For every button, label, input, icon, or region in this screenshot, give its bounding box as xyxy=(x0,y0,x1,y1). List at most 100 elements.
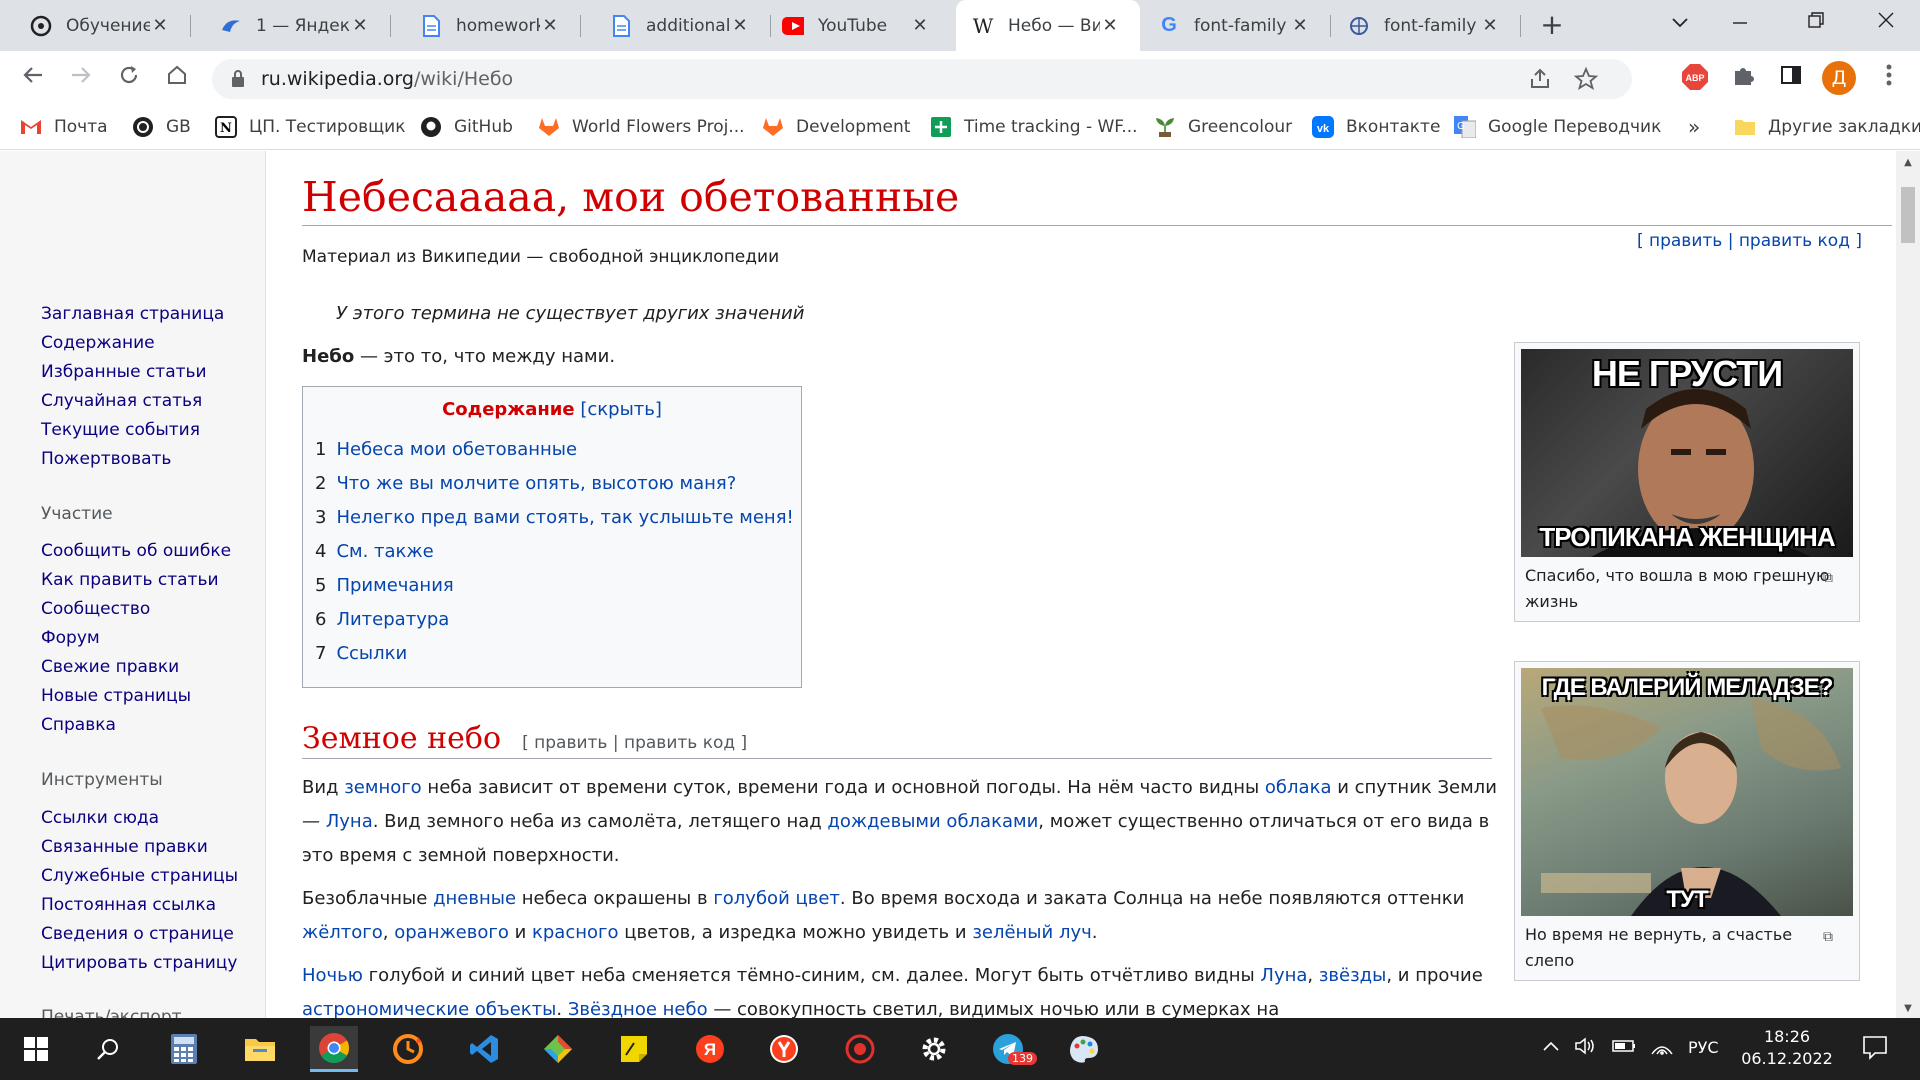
home-button[interactable] xyxy=(160,61,194,95)
back-button[interactable] xyxy=(16,61,50,95)
edit-links[interactable]: [ править | править код ] xyxy=(1637,231,1862,251)
bookmark-development[interactable]: Development xyxy=(762,105,910,149)
git-icon[interactable] xyxy=(534,1026,582,1072)
file-explorer-icon[interactable] xyxy=(236,1026,284,1072)
sidebar-link[interactable]: Пожертвовать xyxy=(41,449,171,469)
bookmark-google-translate[interactable]: G Google Переводчик xyxy=(1454,105,1661,149)
inline-link[interactable]: дождевыми облаками xyxy=(827,811,1038,832)
scroll-down-arrow[interactable]: ▼ xyxy=(1896,1003,1920,1014)
toc-item[interactable]: 6 Литература xyxy=(315,609,449,630)
vscode-icon[interactable] xyxy=(460,1026,508,1072)
sidebar-link[interactable]: Случайная статья xyxy=(41,391,202,411)
extensions-icon[interactable] xyxy=(1728,63,1758,93)
show-hidden-icons[interactable] xyxy=(1542,1036,1560,1057)
sidebar-link[interactable]: Сообщить об ошибке xyxy=(41,541,231,561)
address-bar[interactable]: ru.wikipedia.org/wiki/Небо xyxy=(212,59,1632,99)
toc-hide-link[interactable]: [скрыть] xyxy=(580,399,662,420)
close-window-button[interactable] xyxy=(1856,0,1916,44)
system-clock[interactable]: 18:26 06.12.2022 xyxy=(1732,1026,1842,1070)
minimize-button[interactable] xyxy=(1710,0,1770,44)
chrome-icon[interactable] xyxy=(310,1026,358,1072)
sidebar-link[interactable]: Форум xyxy=(41,628,100,648)
tab-7[interactable]: font-family ✕ xyxy=(1330,0,1520,51)
telegram-icon[interactable]: 139 xyxy=(984,1026,1037,1072)
tab-1[interactable]: 1 — Яндекс ✕ xyxy=(190,0,390,51)
tab-0[interactable]: Обучение | ✕ xyxy=(0,0,190,51)
sidebar-link[interactable]: Заглавная страница xyxy=(41,304,224,324)
image-thumbnail[interactable]: НЕ ГРУСТИ ТРОПИКАНА ЖЕНЩИНА ⧉ Спасибо, чт… xyxy=(1514,342,1860,622)
page-scrollbar[interactable]: ▲ ▼ xyxy=(1896,151,1920,1018)
clock-app-icon[interactable] xyxy=(384,1026,432,1072)
close-icon[interactable]: ✕ xyxy=(1290,15,1310,36)
bookmarks-overflow-button[interactable]: » xyxy=(1688,105,1700,149)
tab-search-button[interactable] xyxy=(1650,0,1710,44)
inline-link[interactable]: Луна xyxy=(326,811,373,832)
sticky-notes-icon[interactable] xyxy=(610,1026,658,1072)
toc-item[interactable]: 4 См. также xyxy=(315,541,434,562)
search-icon[interactable] xyxy=(84,1026,132,1072)
star-icon[interactable] xyxy=(1573,66,1599,95)
tab-2[interactable]: homework.t ✕ xyxy=(390,0,580,51)
forward-button[interactable] xyxy=(64,61,98,95)
restore-button[interactable] xyxy=(1786,0,1846,44)
image-thumbnail[interactable]: ГДЕ ВАЛЕРИЙ МЕЛАДЗЕ? ТУТ ⧉ Но время не ве… xyxy=(1514,661,1860,981)
bookmark-greencolour[interactable]: Greencolour xyxy=(1154,105,1292,149)
bookmark-github[interactable]: GitHub xyxy=(420,105,513,149)
reload-button[interactable] xyxy=(112,61,146,95)
share-icon[interactable] xyxy=(1528,67,1552,95)
inline-link[interactable]: жёлтого xyxy=(302,922,383,943)
inline-link[interactable]: звёзды xyxy=(1319,965,1386,986)
url-text[interactable]: ru.wikipedia.org/wiki/Небо xyxy=(261,59,513,99)
scroll-up-arrow[interactable]: ▲ xyxy=(1896,157,1920,168)
sidebar-link[interactable]: Как править статьи xyxy=(41,570,219,590)
tab-3[interactable]: additional.t ✕ xyxy=(580,0,770,51)
close-icon[interactable]: ✕ xyxy=(350,15,370,36)
meme-image[interactable]: ГДЕ ВАЛЕРИЙ МЕЛАДЗЕ? ТУТ xyxy=(1521,668,1853,916)
tab-4[interactable]: YouTube ✕ xyxy=(770,0,950,51)
close-icon[interactable]: ✕ xyxy=(910,15,930,36)
bookmark-vk[interactable]: vk Вконтакте xyxy=(1312,105,1440,149)
close-icon[interactable]: ✕ xyxy=(1480,15,1500,36)
toc-item[interactable]: 2 Что же вы молчите опять, высотою маня? xyxy=(315,473,736,494)
inline-link[interactable]: голубой цвет xyxy=(713,888,840,909)
sidebar-link[interactable]: Связанные правки xyxy=(41,837,208,857)
input-language[interactable]: РУС xyxy=(1688,1038,1719,1057)
inline-link[interactable]: Ночью xyxy=(302,965,363,986)
inline-link[interactable]: Луна xyxy=(1260,965,1307,986)
other-bookmarks[interactable]: Другие закладки xyxy=(1734,105,1920,149)
bookmark-mail[interactable]: Почта xyxy=(20,105,108,149)
toc-item[interactable]: 3 Нелегко пред вами стоять, так услышьте … xyxy=(315,507,794,528)
sidebar-link[interactable]: Свежие правки xyxy=(41,657,179,677)
scrollbar-thumb[interactable] xyxy=(1901,187,1915,243)
sidebar-link[interactable]: Ссылки сюда xyxy=(41,808,159,828)
toc-item[interactable]: 1 Небеса мои обетованные xyxy=(315,439,577,460)
battery-icon[interactable] xyxy=(1610,1036,1636,1061)
sidebar-link[interactable]: Избранные статьи xyxy=(41,362,207,382)
close-icon[interactable]: ✕ xyxy=(540,15,560,36)
close-icon[interactable]: ✕ xyxy=(730,15,750,36)
adblock-plus-icon[interactable]: ABP xyxy=(1680,63,1710,93)
inline-link[interactable]: облака xyxy=(1265,777,1332,798)
bookmark-world-flowers[interactable]: World Flowers Proj... xyxy=(538,105,745,149)
enlarge-icon[interactable]: ⧉ xyxy=(1823,924,1833,950)
inline-link[interactable]: Звёздное небо xyxy=(568,999,708,1018)
section-edit-links[interactable]: [ править | править код ] xyxy=(522,733,747,753)
inline-link[interactable]: астрономические объекты xyxy=(302,999,556,1018)
close-icon[interactable]: ✕ xyxy=(150,15,170,36)
bookmark-time-tracking[interactable]: Time tracking - WF... xyxy=(930,105,1138,149)
bookmark-notion[interactable]: N ЦП. Тестировщик xyxy=(215,105,405,149)
toc-item[interactable]: 5 Примечания xyxy=(315,575,454,596)
sidebar-link[interactable]: Новые страницы xyxy=(41,686,191,706)
windows-start-icon[interactable] xyxy=(12,1026,60,1072)
menu-icon[interactable] xyxy=(1874,63,1904,93)
paint-icon[interactable] xyxy=(1060,1026,1108,1072)
sidebar-link[interactable]: Справка xyxy=(41,715,116,735)
inline-link[interactable]: оранжевого xyxy=(394,922,509,943)
profile-avatar[interactable]: Д xyxy=(1822,61,1856,95)
inline-link[interactable]: зелёный луч xyxy=(972,922,1091,943)
sidebar-link[interactable]: Цитировать страницу xyxy=(41,953,237,973)
lock-icon[interactable] xyxy=(230,69,246,93)
sidebar-link[interactable]: Содержание xyxy=(41,333,155,353)
sidebar-link[interactable]: Постоянная ссылка xyxy=(41,895,216,915)
inline-link[interactable]: земного xyxy=(344,777,421,798)
